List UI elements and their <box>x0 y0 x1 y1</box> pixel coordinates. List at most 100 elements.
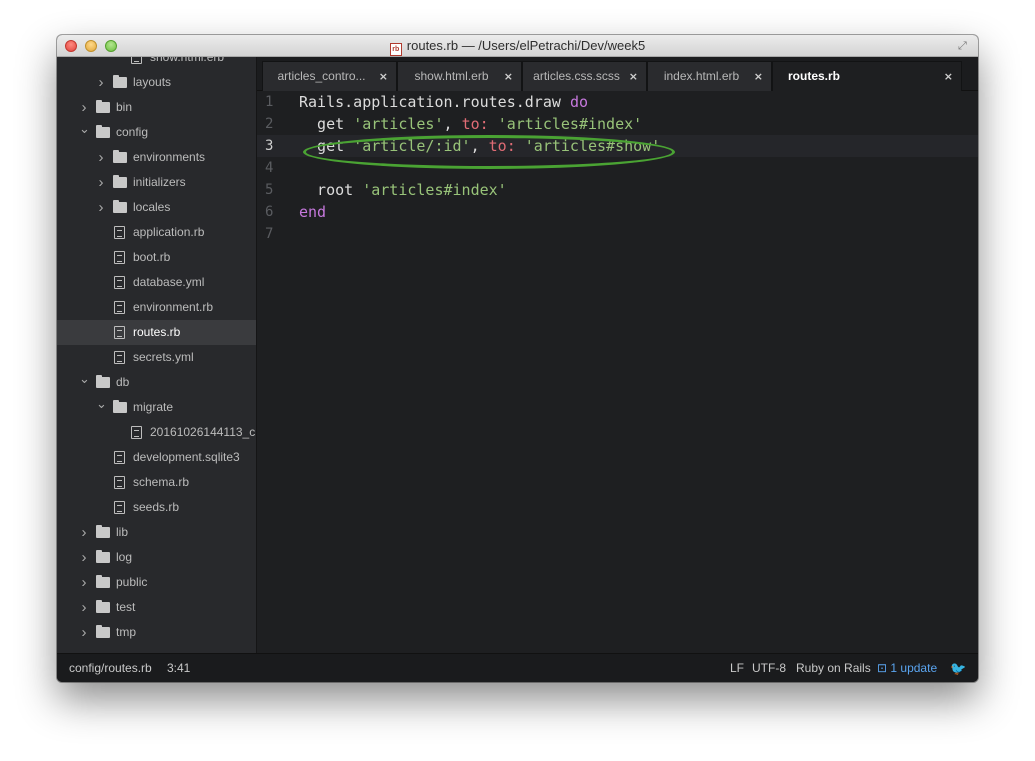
tree-folder-initializers[interactable]: › initializers <box>57 170 256 195</box>
tree-item-label: schema.rb <box>133 475 190 489</box>
status-grammar[interactable]: Ruby on Rails <box>796 654 871 682</box>
code-line[interactable]: root 'articles#index' <box>299 179 507 201</box>
tree-folder-layouts[interactable]: › layouts <box>57 70 256 95</box>
tree-folder-environments[interactable]: › environments <box>57 145 256 170</box>
tree-folder-tmp[interactable]: › tmp <box>57 620 256 645</box>
tree-file-seeds-rb[interactable]: seeds.rb <box>57 495 256 520</box>
status-update-link[interactable]: ⊡ 1 update <box>877 654 937 682</box>
tree-item-label: db <box>116 375 130 389</box>
line-number[interactable]: 6 <box>257 201 297 223</box>
file-icon <box>114 451 125 464</box>
status-line-ending[interactable]: LF <box>730 654 744 682</box>
file-icon <box>131 57 142 64</box>
code-token: , <box>443 115 462 133</box>
tree-folder-locales[interactable]: › locales <box>57 195 256 220</box>
chevron-right-icon[interactable]: › <box>96 145 106 170</box>
tree-item-label: routes.rb <box>133 325 181 339</box>
chevron-right-icon[interactable]: › <box>79 520 89 545</box>
line-number[interactable]: 3 <box>257 135 297 157</box>
line-number[interactable]: 4 <box>257 157 297 179</box>
tree-file-routes-rb[interactable]: routes.rb <box>57 320 256 345</box>
folder-icon <box>96 525 110 538</box>
tree-folder-log[interactable]: › log <box>57 545 256 570</box>
code-line[interactable]: end <box>299 201 326 223</box>
tree-item-label: show.html.erb <box>150 57 225 64</box>
code-token: root <box>299 181 363 199</box>
line-number[interactable]: 1 <box>257 91 297 113</box>
folder-icon <box>96 100 110 113</box>
tree-file-schema-rb[interactable]: schema.rb <box>57 470 256 495</box>
tab-label: articles_contro... <box>277 69 366 83</box>
tab-index-html-erb[interactable]: index.html.erb × <box>647 61 772 91</box>
tab-routes-rb[interactable]: routes.rb × <box>772 61 962 92</box>
editor-window: rb routes.rb — /Users/elPetrachi/Dev/week… <box>57 35 978 682</box>
code-token: do <box>569 93 588 111</box>
tree-folder-config[interactable]: ⌄ config <box>57 120 256 145</box>
tree-item-label: layouts <box>133 75 172 89</box>
tree-item-label: public <box>116 575 148 589</box>
status-encoding[interactable]: UTF-8 <box>752 654 786 682</box>
tree-file-application-rb[interactable]: application.rb <box>57 220 256 245</box>
chevron-right-icon[interactable]: › <box>96 195 106 220</box>
tab-show-html-erb[interactable]: show.html.erb × <box>397 61 522 91</box>
tree-file-20161026144113-c[interactable]: 20161026144113_c <box>57 420 256 445</box>
chevron-right-icon[interactable]: › <box>79 570 89 595</box>
code-editor[interactable]: 1 Rails.application.routes.draw do 2 get '… <box>257 91 978 653</box>
squirrel-icon[interactable]: 🐦 <box>950 654 966 682</box>
close-tab-icon[interactable]: × <box>754 62 763 91</box>
close-tab-icon[interactable]: × <box>629 62 638 91</box>
tree-folder-test[interactable]: › test <box>57 595 256 620</box>
folder-icon <box>96 550 110 563</box>
line-number[interactable]: 5 <box>257 179 297 201</box>
chevron-down-icon[interactable]: ⌄ <box>96 391 107 416</box>
tab-articles-css-scss[interactable]: articles.css.scss × <box>522 61 647 91</box>
chevron-right-icon[interactable]: › <box>79 545 89 570</box>
tree-item-label: 20161026144113_c <box>150 425 256 439</box>
tree-item-label: environments <box>133 150 206 164</box>
folder-icon <box>113 200 127 213</box>
chevron-down-icon[interactable]: ⌄ <box>79 116 90 141</box>
tree-file-database-yml[interactable]: database.yml <box>57 270 256 295</box>
file-icon <box>114 251 125 264</box>
close-tab-icon[interactable]: × <box>504 62 513 91</box>
code-line[interactable]: get 'articles', to: 'articles#index' <box>299 113 642 135</box>
line-number[interactable]: 7 <box>257 223 297 245</box>
status-cursor-position[interactable]: 3:41 <box>167 654 190 682</box>
fullscreen-icon[interactable]: ⤢ <box>958 39 972 53</box>
tab-articles-contro[interactable]: articles_contro... × <box>262 61 397 91</box>
tree-file-boot-rb[interactable]: boot.rb <box>57 245 256 270</box>
status-file-path[interactable]: config/routes.rb <box>69 654 152 682</box>
tree-folder-public[interactable]: › public <box>57 570 256 595</box>
status-bar: config/routes.rb 3:41 LF UTF-8 Ruby on R… <box>57 653 978 682</box>
tree-folder-migrate[interactable]: ⌄ migrate <box>57 395 256 420</box>
code-token: to: <box>461 115 489 133</box>
window-title: routes.rb — /Users/elPetrachi/Dev/week5 <box>406 38 646 53</box>
close-tab-icon[interactable]: × <box>944 62 953 91</box>
tree-file-development-sqlite3[interactable]: development.sqlite3 <box>57 445 256 470</box>
chevron-right-icon[interactable]: › <box>96 170 106 195</box>
tree-file-environment-rb[interactable]: environment.rb <box>57 295 256 320</box>
code-token: get <box>299 115 354 133</box>
chevron-right-icon[interactable]: › <box>79 595 89 620</box>
tree-item-label: application.rb <box>133 225 205 239</box>
file-icon <box>114 351 125 364</box>
tree-folder-db[interactable]: ⌄ db <box>57 370 256 395</box>
close-tab-icon[interactable]: × <box>379 62 388 91</box>
folder-icon <box>96 625 110 638</box>
file-icon <box>131 426 142 439</box>
tree-folder-lib[interactable]: › lib <box>57 520 256 545</box>
code-line[interactable]: Rails.application.routes.draw do <box>299 91 588 113</box>
tree-file-show-html-erb[interactable]: show.html.erb <box>57 57 256 70</box>
folder-icon <box>113 400 127 413</box>
title-bar: rb routes.rb — /Users/elPetrachi/Dev/week… <box>57 35 978 57</box>
tree-item-label: lib <box>116 525 129 539</box>
tab-label: articles.css.scss <box>533 69 620 83</box>
chevron-down-icon[interactable]: ⌄ <box>79 366 90 391</box>
tree-item-label: initializers <box>133 175 186 189</box>
tab-bar: articles_contro... × show.html.erb × article… <box>257 57 978 92</box>
chevron-right-icon[interactable]: › <box>96 70 106 95</box>
line-number[interactable]: 2 <box>257 113 297 135</box>
tree-item-label: database.yml <box>133 275 205 289</box>
chevron-right-icon[interactable]: › <box>79 620 89 645</box>
